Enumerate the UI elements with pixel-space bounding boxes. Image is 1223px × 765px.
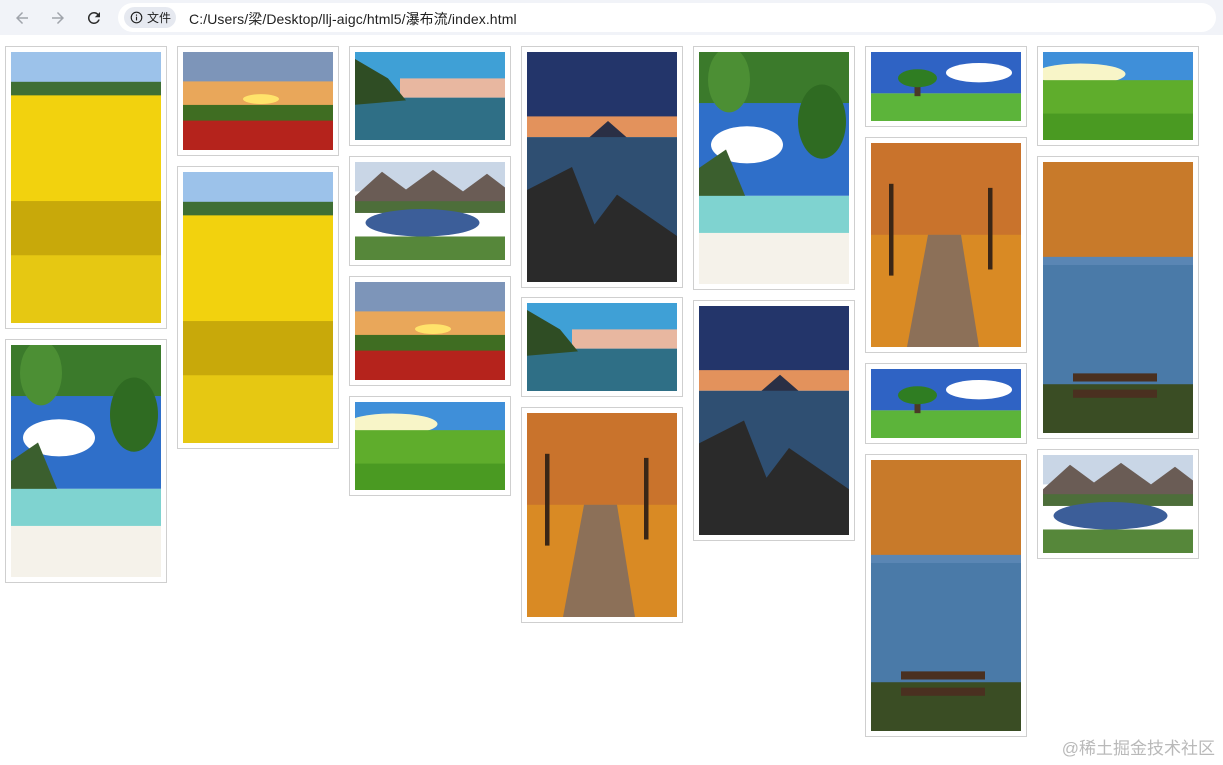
gallery-card[interactable] (1037, 449, 1199, 559)
gallery-card[interactable] (1037, 156, 1199, 439)
photo-tropical-beach (699, 52, 849, 284)
photo-green-meadow (355, 402, 505, 490)
photo-volcano-seascape (699, 306, 849, 535)
back-button[interactable] (9, 5, 35, 31)
gallery-card[interactable] (349, 156, 511, 266)
watermark: @稀土掘金技术社区 (1061, 739, 1215, 758)
photo-tree-meadow (871, 369, 1021, 438)
gallery-card[interactable] (865, 363, 1027, 444)
gallery-card[interactable] (693, 300, 855, 541)
photo-tropical-beach (11, 345, 161, 577)
address-bar[interactable]: 文件 C:/Users/梁/Desktop/llj-aigc/html5/瀑布流… (118, 3, 1216, 32)
photo-green-meadow (1043, 52, 1193, 140)
gallery-card[interactable] (521, 46, 683, 288)
reload-icon (87, 11, 100, 24)
photo-tree-meadow (871, 52, 1021, 121)
photo-autumn-path (527, 413, 677, 617)
gallery-card[interactable] (177, 46, 339, 156)
gallery-card[interactable] (865, 46, 1027, 127)
gallery-card[interactable] (1037, 46, 1199, 146)
photo-lake-dawn (355, 52, 505, 140)
info-icon (130, 11, 143, 24)
url-text: C:/Users/梁/Desktop/llj-aigc/html5/瀑布流/in… (189, 11, 517, 27)
gallery-card[interactable] (865, 454, 1027, 737)
browser-toolbar: 文件 C:/Users/梁/Desktop/llj-aigc/html5/瀑布流… (0, 0, 1223, 35)
arrow-right-icon (52, 12, 64, 24)
gallery-card[interactable] (349, 46, 511, 146)
gallery-card[interactable] (521, 407, 683, 623)
site-info-label: 文件 (147, 11, 172, 25)
gallery-card[interactable] (521, 297, 683, 397)
photo-sunset-poppies (355, 282, 505, 380)
gallery-card[interactable] (5, 339, 167, 583)
photo-volcano-seascape (527, 52, 677, 282)
gallery-card[interactable] (5, 46, 167, 329)
photo-lake-dawn (527, 303, 677, 391)
gallery-card[interactable] (349, 396, 511, 496)
photo-rapeseed-field (183, 172, 333, 443)
gallery-card[interactable] (177, 166, 339, 449)
forward-button[interactable] (45, 5, 71, 31)
photo-autumn-bench (871, 460, 1021, 731)
gallery-card[interactable] (349, 276, 511, 386)
reload-button[interactable] (81, 5, 107, 31)
photo-autumn-path (871, 143, 1021, 347)
photo-mountain-lake (1043, 455, 1193, 553)
photo-mountain-lake (355, 162, 505, 260)
arrow-left-icon (16, 12, 28, 24)
gallery-card[interactable] (865, 137, 1027, 353)
photo-rapeseed-field (11, 52, 161, 323)
site-info-button[interactable]: 文件 (124, 7, 176, 28)
gallery-card[interactable] (693, 46, 855, 290)
photo-sunset-poppies (183, 52, 333, 150)
photo-autumn-bench (1043, 162, 1193, 433)
